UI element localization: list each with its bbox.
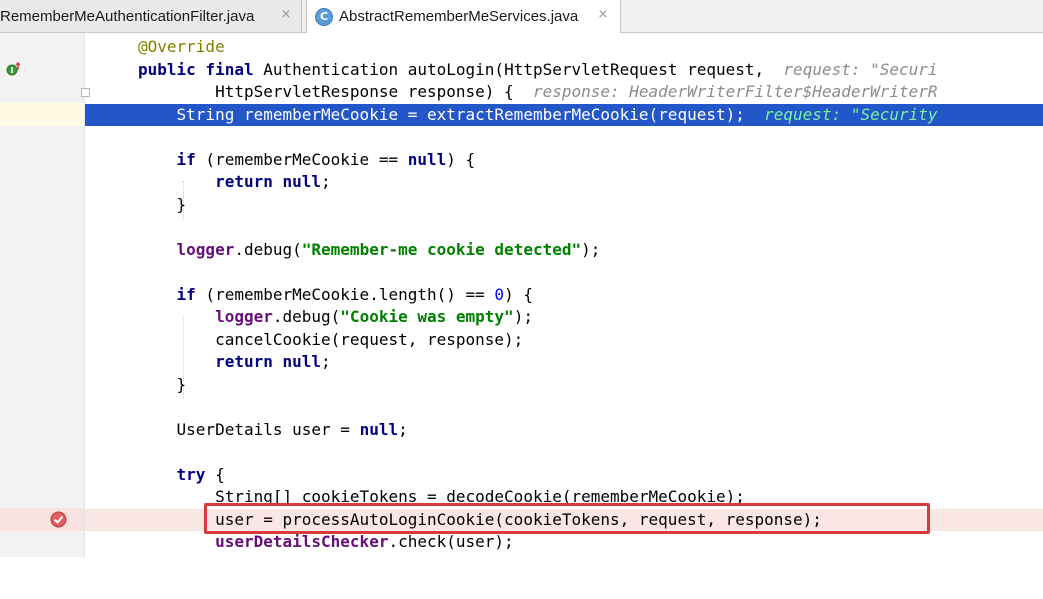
keyword: return [215,352,273,371]
code-line-13: logger.debug("Cookie was empty"); [85,306,1043,329]
code-text: ); [581,239,601,259]
keyword: return [215,172,273,191]
tab-abstractremembermeservices[interactable]: C AbstractRememberMeServices.java × [306,0,621,33]
code-text: ) { [446,149,476,169]
editor-tab-bar: RememberMeAuthenticationFilter.java × C … [0,0,1043,33]
code-text: Authentication autoLogin(HttpServletRequ… [253,59,784,79]
string-literal: "Cookie was empty" [340,307,514,326]
code-line-18: UserDetails user = null; [85,419,1043,442]
code-text: ; [321,352,331,371]
code-text: .debug( [272,307,341,326]
code-line-3: HttpServletResponse response) { response… [85,81,1043,104]
inline-debug-hint: request: "Security [764,104,938,124]
class-icon-letter: C [319,10,329,23]
keyword: final [205,59,254,79]
keyword: null [359,419,399,439]
inline-debug-hint: response: HeaderWriterFilter$HeaderWrite… [532,82,938,101]
code-editor[interactable]: @Override public final Authentication au… [85,33,1043,557]
field-reference: logger [215,307,273,326]
string-literal: "Remember-me cookie detected" [301,239,582,259]
keyword: null [407,149,447,169]
number-literal: 0 [494,284,505,304]
code-text: cancelCookie(request, response); [138,329,524,349]
field-reference: logger [176,239,235,259]
code-text: } [138,374,187,394]
code-text: String rememberMeCookie = extractRemembe… [138,104,765,124]
code-text: { [205,464,225,484]
override-icon[interactable]: I [6,62,20,76]
keyword: try [176,464,206,484]
class-icon: C [315,7,333,26]
code-text: ; [398,419,408,439]
field-reference: userDetailsChecker [215,532,389,551]
highlight-box [204,503,930,534]
gutter-current-line [0,103,85,126]
keyword: if [176,284,196,304]
inline-debug-hint: request: "Securi [783,59,938,79]
tab-remembermeauthenticationfilter[interactable]: RememberMeAuthenticationFilter.java × [0,0,302,32]
code-text: .check(user); [388,532,514,551]
keyword: public [138,59,196,79]
code-text: UserDetails user = [138,419,360,439]
code-line-15: return null; [85,351,1043,374]
code-line-6: if (rememberMeCookie == null) { [85,149,1043,172]
keyword: null [282,352,322,371]
code-line-10: logger.debug("Remember-me cookie detecte… [85,239,1043,262]
keyword: if [176,149,196,169]
annotation: @Override [138,37,225,56]
code-text: ); [513,307,533,326]
tab-label: RememberMeAuthenticationFilter.java [0,7,255,25]
gutter-breakpoint-line [0,508,85,531]
code-line-16: } [85,374,1043,397]
close-icon[interactable]: × [596,8,610,22]
code-text: (rememberMeCookie.length() == [195,284,495,304]
code-line-20: try { [85,464,1043,487]
breakpoint-icon[interactable] [50,511,67,528]
current-execution-line: String rememberMeCookie = extractRemembe… [85,103,1043,126]
code-text: (rememberMeCookie == [195,149,408,169]
code-text: ; [321,172,331,191]
keyword: null [282,172,322,191]
code-line-12: if (rememberMeCookie.length() == 0) { [85,284,1043,307]
code-line-1: @Override [85,36,1043,59]
code-text: HttpServletResponse response) { [138,82,533,101]
code-text: .debug( [234,239,302,259]
code-line-7: return null; [85,171,1043,194]
code-line-8: } [85,194,1043,217]
close-icon[interactable]: × [279,8,293,22]
code-line-2: public final Authentication autoLogin(Ht… [85,59,1043,82]
code-text: ) { [504,284,533,304]
code-text: } [138,194,187,214]
svg-text:I: I [11,66,14,75]
code-line-23: userDetailsChecker.check(user); [85,531,1043,554]
code-line-14: cancelCookie(request, response); [85,329,1043,352]
tab-label: AbstractRememberMeServices.java [339,8,579,25]
